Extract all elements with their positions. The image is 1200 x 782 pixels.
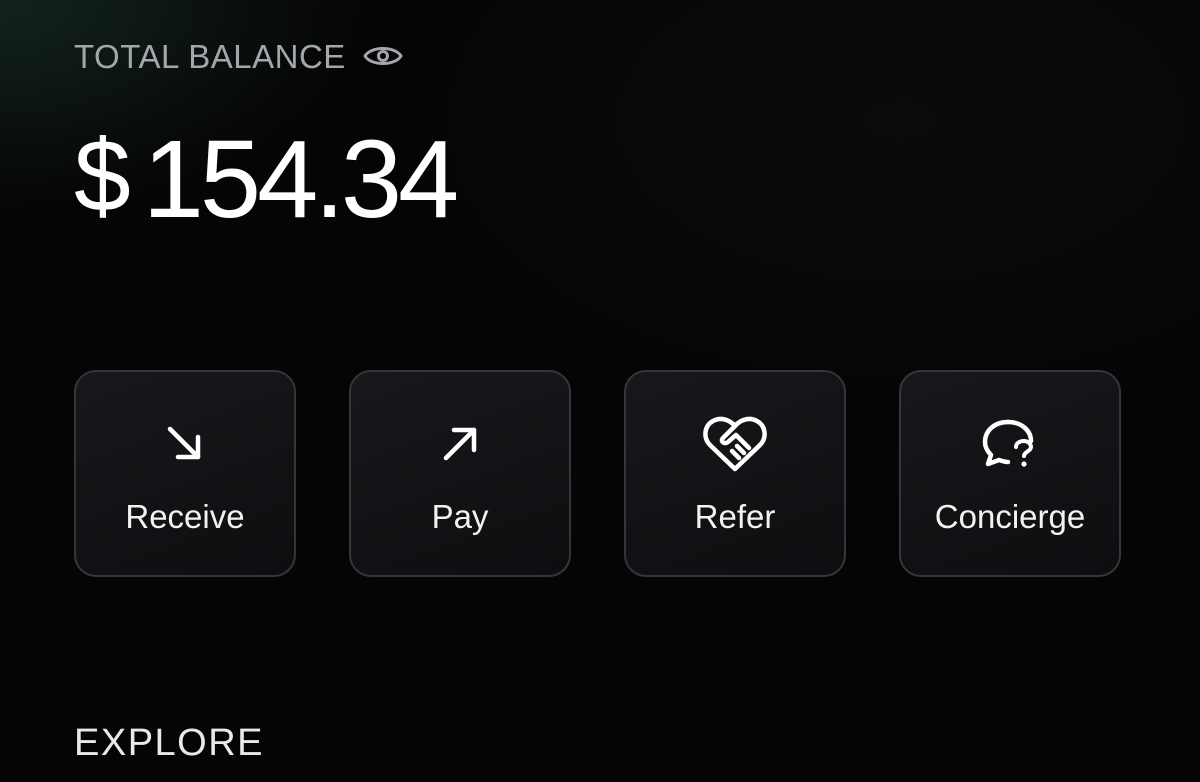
refer-button[interactable]: Refer — [624, 370, 846, 577]
pay-label: Pay — [431, 498, 489, 535]
balance-amount: $ 154.34 — [74, 118, 459, 241]
total-balance-label: TOTAL BALANCE — [74, 37, 346, 75]
chat-question-icon — [976, 416, 1044, 472]
balance-value: 154.34 — [142, 118, 459, 241]
arrow-up-right-icon — [426, 416, 494, 472]
quick-actions: Receive Pay Refer Concierge — [74, 370, 1121, 577]
receive-button[interactable]: Receive — [74, 370, 296, 577]
concierge-label: Concierge — [934, 498, 1086, 535]
currency-symbol: $ — [74, 119, 131, 233]
concierge-button[interactable]: Concierge — [899, 370, 1121, 577]
pay-button[interactable]: Pay — [349, 370, 571, 577]
heart-handshake-icon — [701, 416, 769, 472]
receive-label: Receive — [125, 498, 245, 535]
arrow-down-right-icon — [151, 416, 219, 472]
eye-icon[interactable] — [362, 40, 404, 72]
refer-label: Refer — [694, 498, 776, 535]
balance-header: TOTAL BALANCE — [74, 36, 404, 76]
explore-section-title: EXPLORE — [74, 722, 265, 764]
